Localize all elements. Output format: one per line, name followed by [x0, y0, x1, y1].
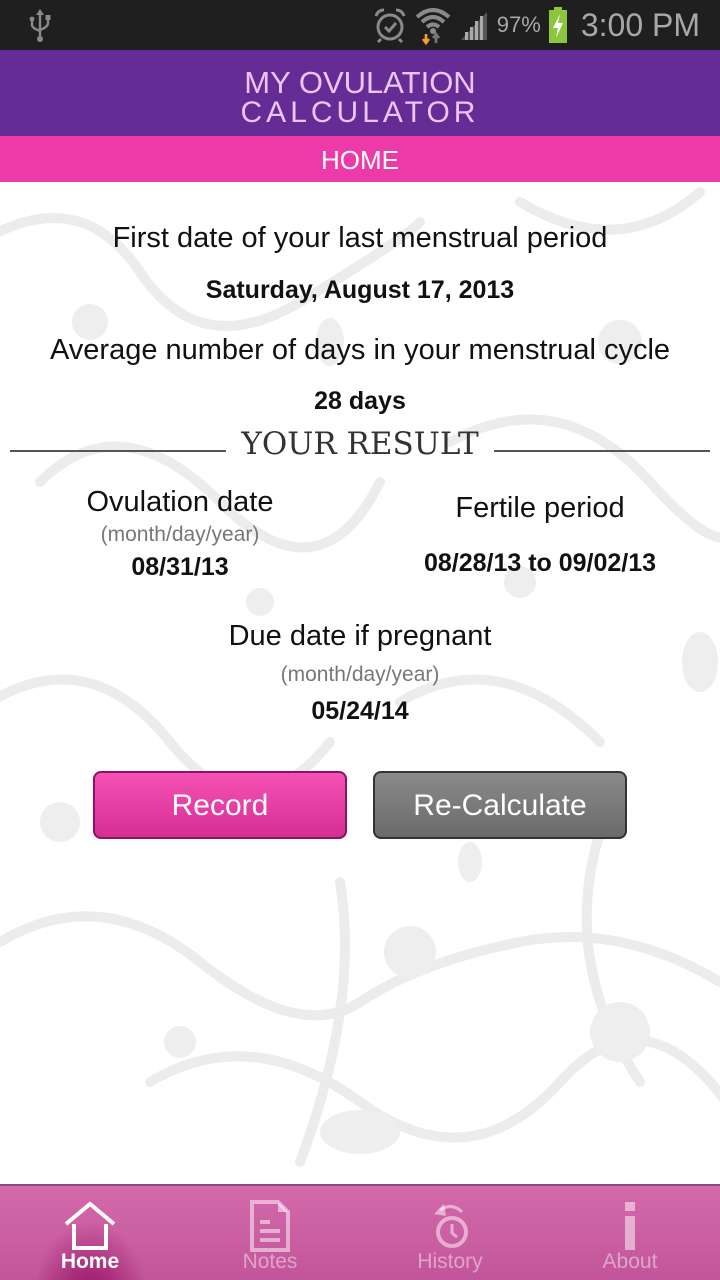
notes-icon	[250, 1200, 290, 1252]
tab-about[interactable]: About	[540, 1186, 720, 1280]
ovulation-label: Ovulation date	[86, 486, 274, 518]
tab-home-label: Home	[60, 1250, 120, 1273]
fertile-value: 08/28/13 to 09/02/13	[423, 549, 657, 577]
due-date-hint: (month/day/year)	[280, 663, 440, 686]
app-title-line2: CALCULATOR	[240, 96, 480, 129]
section-title: HOME	[0, 136, 720, 182]
battery-charging-icon	[548, 7, 567, 43]
due-date-label: Due date if pregnant	[228, 620, 492, 652]
tab-notes-label: Notes	[242, 1250, 298, 1273]
result-title: YOUR RESULT	[241, 426, 479, 462]
info-icon	[625, 1202, 635, 1250]
usb-icon	[29, 9, 51, 42]
signal-icon	[460, 12, 487, 40]
tab-history[interactable]: History	[360, 1186, 540, 1280]
alarm-icon	[374, 8, 406, 43]
history-icon	[434, 1204, 468, 1248]
tab-notes[interactable]: Notes	[180, 1186, 360, 1280]
home-icon	[64, 1201, 116, 1250]
main-content: First date of your last menstrual period…	[0, 182, 720, 1184]
app-header: MY OVULATION CALCULATOR	[0, 50, 720, 136]
ovulation-value: 08/31/13	[131, 553, 229, 581]
bottom-tab-bar: Home Notes History About	[0, 1184, 720, 1280]
tab-history-label: History	[417, 1250, 483, 1273]
cycle-length-value: 28 days	[314, 387, 406, 415]
last-period-label: First date of your last menstrual period	[112, 222, 608, 254]
record-button[interactable]: Record	[93, 771, 347, 839]
app-title-line1: MY OVULATION	[244, 65, 476, 100]
wifi-icon	[415, 8, 451, 45]
ovulation-section: Ovulation date (month/day/year) 08/31/13	[0, 486, 360, 582]
last-period-value: Saturday, August 17, 2013	[205, 276, 515, 304]
cycle-length-label: Average number of days in your menstrual…	[49, 334, 671, 366]
tab-home[interactable]: Home	[0, 1186, 180, 1280]
recalculate-button[interactable]: Re-Calculate	[373, 771, 627, 839]
battery-percent: 97%	[496, 12, 541, 37]
ovulation-hint: (month/day/year)	[100, 523, 260, 546]
status-bar: 97% 3:00 PM	[0, 0, 720, 50]
clock: 3:00 PM	[580, 6, 700, 43]
due-date-value: 05/24/14	[311, 697, 409, 725]
tab-about-label: About	[602, 1250, 658, 1273]
fertile-label: Fertile period	[455, 492, 625, 524]
fertile-section: Fertile period 08/28/13 to 09/02/13	[360, 492, 720, 578]
